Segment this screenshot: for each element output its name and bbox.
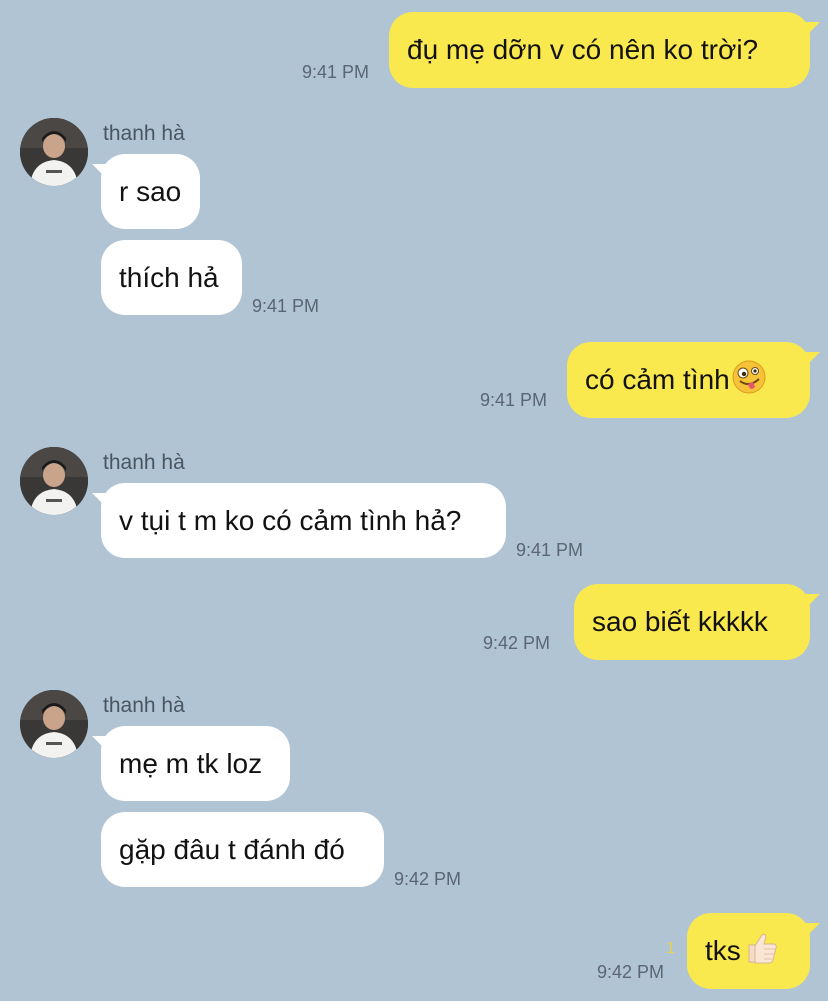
incoming-message[interactable]: gặp đâu t đánh đó [101, 812, 384, 887]
message-text: thích hả [119, 261, 219, 293]
crazy-face-icon [732, 360, 766, 401]
bubble-tail [806, 352, 820, 366]
outgoing-message[interactable]: sao biết kkkkk [574, 584, 810, 660]
message-time: 9:41 PM [516, 540, 584, 560]
contact-name: thanh hà [103, 694, 185, 717]
bubble-tail [92, 164, 106, 178]
message-text: mẹ m tk loz [119, 747, 263, 779]
chat-thread: đụ mẹ dỡn v có nên ko trời? 9:41 PM than… [0, 0, 828, 1001]
avatar-photo-icon [20, 118, 88, 186]
incoming-message[interactable]: thích hả [101, 240, 242, 315]
message-text: r sao [119, 175, 182, 207]
incoming-message[interactable]: r sao [101, 154, 200, 229]
message-time: 9:42 PM [483, 633, 551, 653]
message-text: tks [705, 935, 741, 966]
contact-name: thanh hà [103, 451, 185, 474]
contact-avatar[interactable] [20, 118, 88, 186]
message-text: gặp đâu t đánh đó [119, 833, 345, 865]
message-time: 9:41 PM [302, 62, 370, 82]
bubble-tail [806, 923, 820, 937]
incoming-message[interactable]: v tụi t m ko có cảm tình hả? [101, 483, 506, 558]
bubble-tail [92, 493, 106, 507]
message-text: đụ mẹ dỡn v có nên ko trời? [407, 34, 759, 65]
contact-name: thanh hà [103, 122, 185, 145]
unread-count: 1 [666, 940, 675, 957]
bubble-tail [92, 736, 106, 750]
contact-avatar[interactable] [20, 690, 88, 758]
avatar-photo-icon [20, 690, 88, 758]
outgoing-message[interactable]: đụ mẹ dỡn v có nên ko trời? [389, 12, 810, 88]
thumbs-up-icon [743, 930, 779, 973]
contact-avatar[interactable] [20, 447, 88, 515]
message-text: v tụi t m ko có cảm tình hả? [119, 504, 462, 536]
message-text: sao biết kkkkk [592, 606, 768, 637]
message-time: 9:42 PM [597, 962, 665, 982]
message-time: 9:41 PM [252, 296, 320, 316]
bubble-tail [806, 22, 820, 36]
message-text: có cảm tình [585, 364, 730, 395]
incoming-message[interactable]: mẹ m tk loz [101, 726, 290, 801]
message-time: 9:41 PM [480, 390, 548, 410]
bubble-tail [806, 594, 820, 608]
outgoing-message[interactable]: tks [687, 913, 810, 989]
outgoing-message[interactable]: có cảm tình [567, 342, 810, 418]
avatar-photo-icon [20, 447, 88, 515]
message-time: 9:42 PM [394, 869, 462, 889]
